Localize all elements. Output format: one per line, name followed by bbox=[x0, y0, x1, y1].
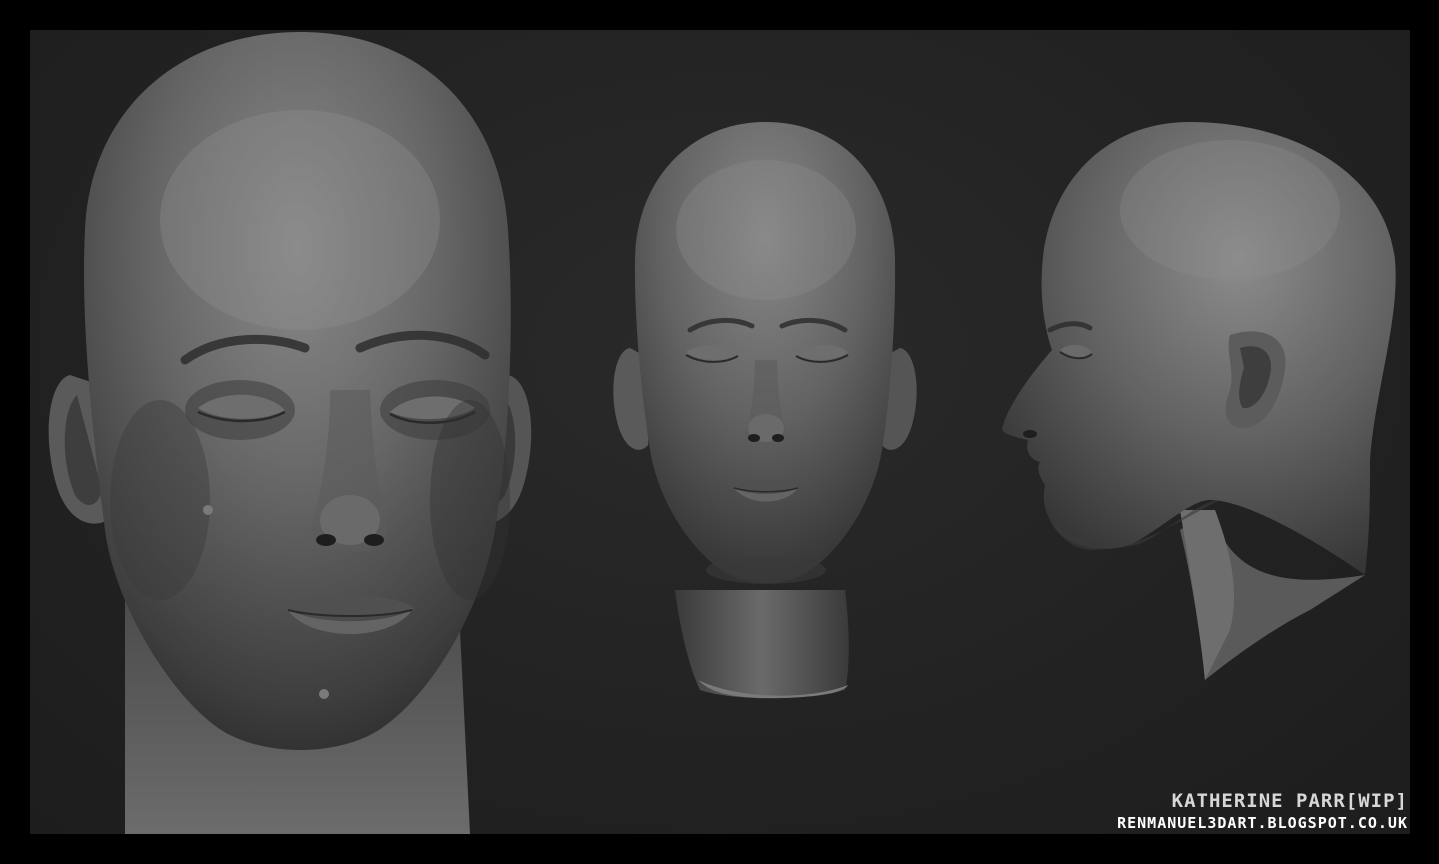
sculpt-render bbox=[48, 32, 1396, 834]
front-full-head bbox=[613, 122, 917, 699]
render-canvas: KATHERINE PARR[WIP] RENMANUEL3DART.BLOGS… bbox=[30, 30, 1410, 834]
front-closeup-head bbox=[48, 32, 532, 834]
artist-url: RENMANUEL3DART.BLOGSPOT.CO.UK bbox=[1117, 814, 1408, 832]
artwork-title: KATHERINE PARR[WIP] bbox=[1171, 790, 1408, 812]
side-profile-head bbox=[1002, 122, 1396, 680]
